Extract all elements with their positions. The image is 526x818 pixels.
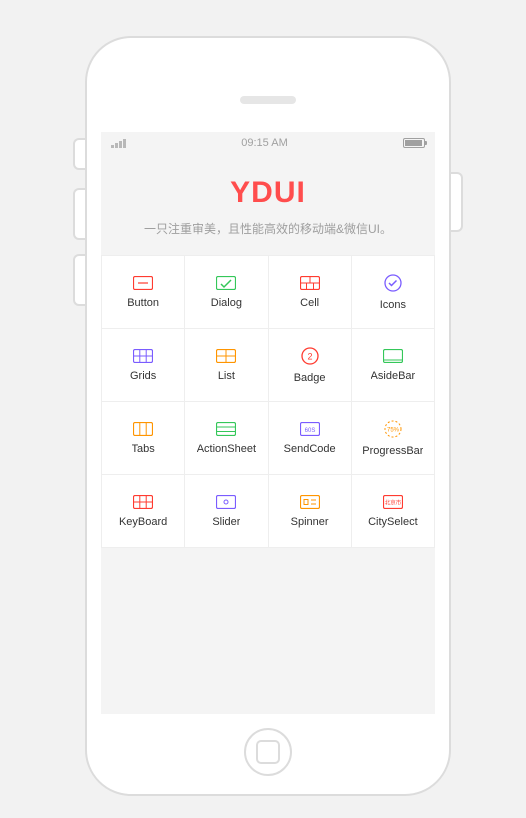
progress-icon: 75%: [384, 420, 402, 438]
dialog-icon: [216, 276, 236, 290]
phone-volume-up: [73, 188, 85, 240]
grid-item-cell[interactable]: Cell: [269, 256, 352, 329]
svg-text:60S: 60S: [304, 428, 315, 434]
grids-icon: [133, 349, 153, 363]
grid-item-list[interactable]: List: [185, 329, 268, 402]
status-bar: 09:15 AM: [101, 132, 435, 154]
tabs-icon: [133, 422, 153, 436]
grid-item-label: Tabs: [132, 443, 155, 455]
button-icon: [133, 276, 153, 290]
list-icon: [216, 349, 236, 363]
grid-item-dialog[interactable]: Dialog: [185, 256, 268, 329]
battery-fill: [405, 140, 422, 146]
svg-text:北京市: 北京市: [385, 498, 402, 506]
page-title: YDUI: [115, 176, 421, 210]
actionsheet-icon: [216, 422, 236, 436]
grid-item-label: Cell: [300, 297, 319, 309]
component-grid: Button Dialog Cell Icons Grids List 2 Badge Asid…: [101, 255, 435, 548]
phone-frame: 09:15 AM YDUI 一只注重审美，且性能高效的移动端&微信UI。 But…: [85, 36, 451, 796]
grid-item-asidebar[interactable]: AsideBar: [352, 329, 435, 402]
phone-power-button: [451, 172, 463, 232]
status-time: 09:15 AM: [126, 137, 403, 149]
battery-icon: [403, 138, 425, 148]
phone-mute-switch: [73, 138, 85, 170]
page-subtitle: 一只注重审美，且性能高效的移动端&微信UI。: [115, 220, 421, 237]
svg-text:2: 2: [307, 351, 312, 361]
phone-home-button[interactable]: [244, 728, 292, 776]
grid-item-label: Slider: [212, 516, 240, 528]
grid-item-label: List: [218, 370, 235, 382]
grid-item-label: Dialog: [211, 297, 242, 309]
asidebar-icon: [383, 349, 403, 363]
grid-item-button[interactable]: Button: [102, 256, 185, 329]
spinner-icon: [300, 495, 320, 509]
grid-item-sendcode[interactable]: 60S SendCode: [269, 402, 352, 475]
grid-item-actionsheet[interactable]: ActionSheet: [185, 402, 268, 475]
grid-item-badge[interactable]: 2 Badge: [269, 329, 352, 402]
grid-item-grids[interactable]: Grids: [102, 329, 185, 402]
grid-item-label: Spinner: [291, 516, 329, 528]
app-screen: 09:15 AM YDUI 一只注重审美，且性能高效的移动端&微信UI。 But…: [101, 132, 435, 714]
grid-item-label: Badge: [294, 372, 326, 384]
badge-icon: 2: [301, 347, 319, 365]
phone-speaker: [240, 96, 296, 104]
grid-item-label: Button: [127, 297, 159, 309]
grid-item-keyboard[interactable]: KeyBoard: [102, 475, 185, 548]
grid-item-label: Icons: [380, 299, 406, 311]
grid-item-label: Grids: [130, 370, 156, 382]
grid-item-spinner[interactable]: Spinner: [269, 475, 352, 548]
grid-item-progressbar[interactable]: 75% ProgressBar: [352, 402, 435, 475]
grid-item-label: ActionSheet: [197, 443, 256, 455]
signal-icon: [111, 139, 126, 148]
keyboard-icon: [133, 495, 153, 509]
grid-item-label: CitySelect: [368, 516, 418, 528]
grid-item-slider[interactable]: Slider: [185, 475, 268, 548]
grid-item-icons[interactable]: Icons: [352, 256, 435, 329]
svg-text:75%: 75%: [387, 427, 400, 433]
grid-item-label: ProgressBar: [362, 445, 423, 457]
check-circle-icon: [384, 274, 402, 292]
cityselect-icon: 北京市: [383, 495, 403, 509]
grid-item-label: AsideBar: [371, 370, 416, 382]
grid-item-label: SendCode: [284, 443, 336, 455]
grid-item-cityselect[interactable]: 北京市 CitySelect: [352, 475, 435, 548]
slider-icon: [216, 495, 236, 509]
grid-item-label: KeyBoard: [119, 516, 167, 528]
cell-icon: [300, 276, 320, 290]
sendcode-icon: 60S: [300, 422, 320, 436]
phone-volume-down: [73, 254, 85, 306]
grid-item-tabs[interactable]: Tabs: [102, 402, 185, 475]
hero: YDUI 一只注重审美，且性能高效的移动端&微信UI。: [101, 154, 435, 255]
